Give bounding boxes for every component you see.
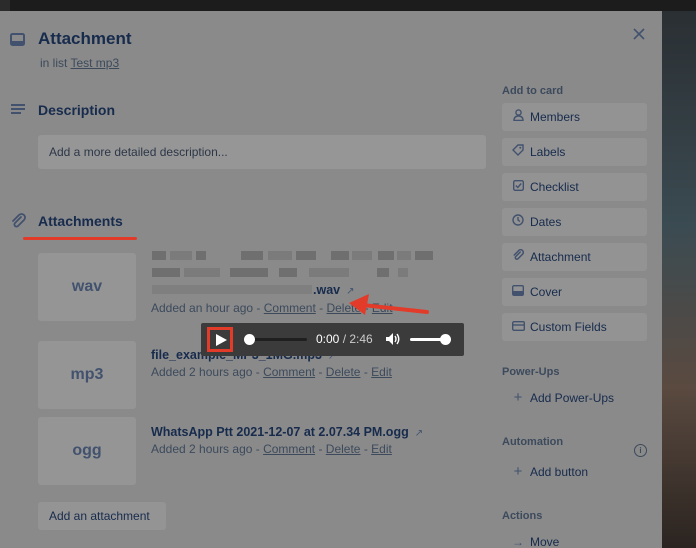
description-icon <box>10 103 26 122</box>
seek-handle[interactable] <box>244 334 255 345</box>
attachments-heading: Attachments <box>38 213 123 229</box>
description-heading: Description <box>38 102 116 118</box>
actions-heading: Actions <box>502 510 543 522</box>
comment-link[interactable]: Comment <box>263 365 315 379</box>
list-link[interactable]: Test mp3 <box>70 56 119 70</box>
delete-link[interactable]: Delete <box>326 365 361 379</box>
description-input[interactable]: Add a more detailed description... <box>38 135 486 169</box>
custom-fields-icon <box>511 313 525 341</box>
move-button[interactable]: → Move <box>502 528 647 548</box>
edit-link[interactable]: Edit <box>371 365 392 379</box>
seek-track[interactable] <box>249 338 307 341</box>
card-icon <box>10 33 25 52</box>
paperclip-icon <box>10 213 26 234</box>
person-icon <box>511 103 525 131</box>
custom-fields-button[interactable]: Custom Fields <box>502 313 647 341</box>
red-arrow-annotation <box>349 294 429 315</box>
attachment-name-ogg[interactable]: WhatsApp Ptt 2021-12-07 at 2.07.34 PM.og… <box>151 425 423 439</box>
close-icon[interactable] <box>630 25 648 43</box>
card-list-info: in list Test mp3 <box>40 56 119 70</box>
plus-icon: + <box>513 389 523 406</box>
attachment-meta-ogg: Added 2 hours ago - Comment - Delete - E… <box>151 442 392 456</box>
delete-link[interactable]: Delete <box>326 442 361 456</box>
cover-button[interactable]: Cover <box>502 278 647 306</box>
attachment-meta-mp3: Added 2 hours ago - Comment - Delete - E… <box>151 365 392 379</box>
comment-link[interactable]: Comment <box>263 442 315 456</box>
attachment-thumbnail-ogg[interactable]: ogg <box>38 417 136 485</box>
add-attachment-button[interactable]: Add an attachment <box>38 502 166 530</box>
attachment-thumbnail-wav[interactable]: wav <box>38 253 136 321</box>
edit-link[interactable]: Edit <box>371 442 392 456</box>
board-background <box>662 11 696 548</box>
checklist-button[interactable]: Checklist <box>502 173 647 201</box>
dates-button[interactable]: Dates <box>502 208 647 236</box>
volume-icon[interactable] <box>385 332 401 351</box>
power-ups-heading: Power-Ups <box>502 366 560 378</box>
external-link-icon[interactable]: ↗ <box>415 428 423 439</box>
audio-player: 0:00 / 2:46 <box>201 323 464 356</box>
automation-heading: Automation <box>502 436 564 448</box>
attachments-highlight-underline <box>23 237 137 240</box>
clock-icon <box>511 208 525 236</box>
play-icon <box>216 334 227 346</box>
plus-icon: + <box>513 463 523 480</box>
volume-handle[interactable] <box>440 334 451 345</box>
attachment-button[interactable]: Attachment <box>502 243 647 271</box>
current-time: 0:00 <box>316 332 340 346</box>
attachment-thumbnail-mp3[interactable]: mp3 <box>38 341 136 409</box>
cover-icon <box>511 278 525 306</box>
paperclip-icon <box>511 243 525 271</box>
add-to-card-heading: Add to card <box>502 85 564 97</box>
time-display: 0:00 / 2:46 <box>316 332 373 346</box>
backdrop-top <box>0 0 696 11</box>
labels-button[interactable]: Labels <box>502 138 647 166</box>
card-modal: Attachment in list Test mp3 Description … <box>0 11 662 548</box>
card-title[interactable]: Attachment <box>38 29 132 49</box>
members-button[interactable]: Members <box>502 103 647 131</box>
checkbox-icon <box>511 173 525 201</box>
play-button[interactable] <box>207 327 233 352</box>
duration: 2:46 <box>349 332 373 346</box>
add-button-button[interactable]: + Add button <box>502 458 647 486</box>
comment-link[interactable]: Comment <box>264 301 316 315</box>
arrow-right-icon: → <box>512 535 524 548</box>
info-icon[interactable]: i <box>634 444 647 457</box>
list-prefix: in list <box>40 56 68 70</box>
tag-icon <box>511 138 525 166</box>
add-power-ups-button[interactable]: + Add Power-Ups <box>502 384 647 412</box>
